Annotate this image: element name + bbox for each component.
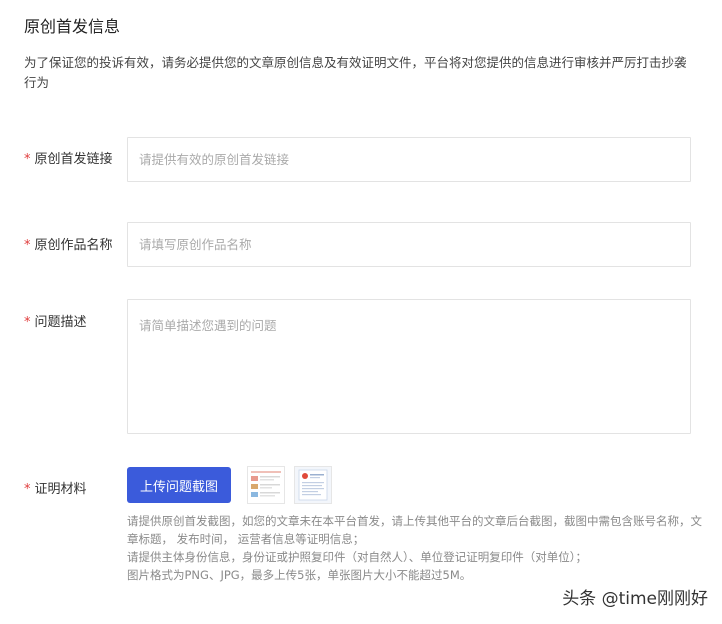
problem-label-text: 问题描述 <box>34 315 87 330</box>
required-mark: * <box>24 482 31 497</box>
upload-screenshot-button[interactable]: 上传问题截图 <box>127 467 231 503</box>
evidence-label-text: 证明材料 <box>34 482 87 497</box>
work-name-label: * 原创作品名称 <box>24 237 113 255</box>
screenshot-image-icon <box>248 467 284 503</box>
hint-line: 请提供主体身份信息，身份证或护照复印件（对自然人）、单位登记证明复印件（对单位）… <box>127 550 587 564</box>
required-mark: * <box>24 238 31 253</box>
certificate-image-icon <box>295 467 331 503</box>
hint-line: 图片格式为PNG、JPG，最多上传5张，单张图片大小不能超过5M。 <box>127 568 472 582</box>
required-mark: * <box>24 152 31 167</box>
sample-certificate-thumbnail[interactable] <box>294 466 332 504</box>
link-label: * 原创首发链接 <box>24 151 113 169</box>
evidence-label: * 证明材料 <box>24 481 87 499</box>
work-name-label-text: 原创作品名称 <box>34 238 113 253</box>
hint-line: 请提供原创首发截图，如您的文章未在本平台首发，请上传其他平台的文章后台截图，截图… <box>127 514 702 546</box>
problem-textarea[interactable] <box>127 299 691 434</box>
required-mark: * <box>24 315 31 330</box>
watermark: 头条 @time刚刚好 <box>562 589 708 609</box>
sample-screenshot-thumbnail[interactable] <box>247 466 285 504</box>
link-label-text: 原创首发链接 <box>34 152 113 167</box>
section-description: 为了保证您的投诉有效，请务必提供您的文章原创信息及有效证明文件，平台将对您提供的… <box>24 55 687 90</box>
link-input[interactable] <box>127 137 691 182</box>
problem-label: * 问题描述 <box>24 314 87 332</box>
upload-hints: 请提供原创首发截图，如您的文章未在本平台首发，请上传其他平台的文章后台截图，截图… <box>127 512 702 584</box>
work-name-input[interactable] <box>127 222 691 267</box>
section-title: 原创首发信息 <box>24 17 121 36</box>
